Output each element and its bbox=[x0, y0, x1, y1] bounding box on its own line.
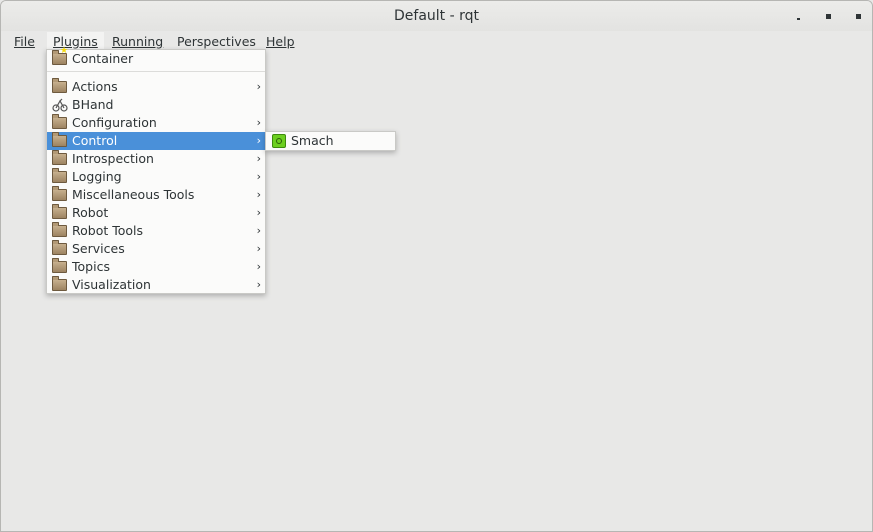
folder-icon bbox=[52, 222, 68, 239]
submenu-arrow-icon: › bbox=[256, 188, 261, 201]
folder-icon bbox=[52, 150, 68, 167]
menu-item-label: Control bbox=[72, 133, 118, 148]
menu-running-label: Running bbox=[112, 34, 164, 49]
menu-item-label: Topics bbox=[72, 259, 110, 274]
close-icon[interactable] bbox=[851, 9, 865, 23]
submenu-arrow-icon: › bbox=[256, 224, 261, 237]
submenu-arrow-icon: › bbox=[256, 260, 261, 273]
menu-item-robot-tools[interactable]: Robot Tools › bbox=[47, 222, 265, 240]
menu-item-container[interactable]: ★ Container bbox=[47, 47, 265, 68]
folder-icon bbox=[52, 240, 68, 257]
submenu-arrow-icon: › bbox=[256, 170, 261, 183]
folder-icon bbox=[52, 276, 68, 293]
menu-item-label: Actions bbox=[72, 79, 118, 94]
folder-icon bbox=[52, 114, 68, 131]
submenu-arrow-icon: › bbox=[256, 116, 261, 129]
menu-item-label: Logging bbox=[72, 169, 122, 184]
submenu-arrow-icon: › bbox=[256, 80, 261, 93]
menu-separator bbox=[47, 71, 265, 72]
menu-item-label: BHand bbox=[72, 97, 114, 112]
minimize-icon[interactable] bbox=[791, 9, 805, 23]
menu-item-label: Container bbox=[72, 51, 134, 66]
menu-file[interactable]: File bbox=[8, 32, 41, 52]
menu-help-label: Help bbox=[266, 34, 295, 49]
folder-icon bbox=[52, 132, 68, 149]
submenu-arrow-icon: › bbox=[256, 278, 261, 291]
menu-item-label: Introspection bbox=[72, 151, 154, 166]
menu-item-label: Miscellaneous Tools bbox=[72, 187, 195, 202]
menu-item-label: Configuration bbox=[72, 115, 157, 130]
menu-item-label: Robot bbox=[72, 205, 109, 220]
menu-help[interactable]: Help bbox=[260, 32, 301, 52]
submenu-arrow-icon: › bbox=[256, 206, 261, 219]
plugins-menu: ★ Container Actions › BHand Configuratio… bbox=[46, 47, 266, 294]
folder-icon bbox=[52, 186, 68, 203]
robot-hand-icon bbox=[52, 97, 68, 113]
menu-item-configuration[interactable]: Configuration › bbox=[47, 114, 265, 132]
menu-file-label: File bbox=[14, 34, 35, 49]
menu-item-bhand[interactable]: BHand bbox=[47, 96, 265, 114]
menu-item-topics[interactable]: Topics › bbox=[47, 258, 265, 276]
menu-item-label: Services bbox=[72, 241, 125, 256]
menu-item-introspection[interactable]: Introspection › bbox=[47, 150, 265, 168]
menu-item-actions[interactable]: Actions › bbox=[47, 78, 265, 96]
menu-item-miscellaneous-tools[interactable]: Miscellaneous Tools › bbox=[47, 186, 265, 204]
submenu-arrow-icon: › bbox=[256, 134, 261, 147]
menu-item-smach[interactable]: Smach bbox=[266, 132, 395, 150]
smach-plugin-icon bbox=[271, 133, 287, 149]
folder-icon bbox=[52, 258, 68, 275]
menu-item-robot[interactable]: Robot › bbox=[47, 204, 265, 222]
menu-item-visualization[interactable]: Visualization › bbox=[47, 276, 265, 294]
submenu-arrow-icon: › bbox=[256, 152, 261, 165]
maximize-icon[interactable] bbox=[821, 9, 835, 23]
window-title: Default - rqt bbox=[394, 8, 479, 24]
submenu-arrow-icon: › bbox=[256, 242, 261, 255]
menu-item-label: Smach bbox=[291, 133, 334, 148]
menu-perspectives-label: Perspectives bbox=[177, 34, 256, 49]
folder-star-icon: ★ bbox=[52, 47, 68, 67]
control-submenu: Smach bbox=[265, 131, 396, 151]
menu-item-logging[interactable]: Logging › bbox=[47, 168, 265, 186]
menu-item-label: Visualization bbox=[72, 277, 151, 292]
menu-item-control[interactable]: Control › bbox=[47, 132, 265, 150]
menu-item-services[interactable]: Services › bbox=[47, 240, 265, 258]
folder-icon bbox=[52, 168, 68, 185]
folder-icon bbox=[52, 78, 68, 95]
title-bar[interactable]: Default - rqt bbox=[1, 1, 872, 31]
folder-icon bbox=[52, 204, 68, 221]
menu-item-label: Robot Tools bbox=[72, 223, 144, 238]
